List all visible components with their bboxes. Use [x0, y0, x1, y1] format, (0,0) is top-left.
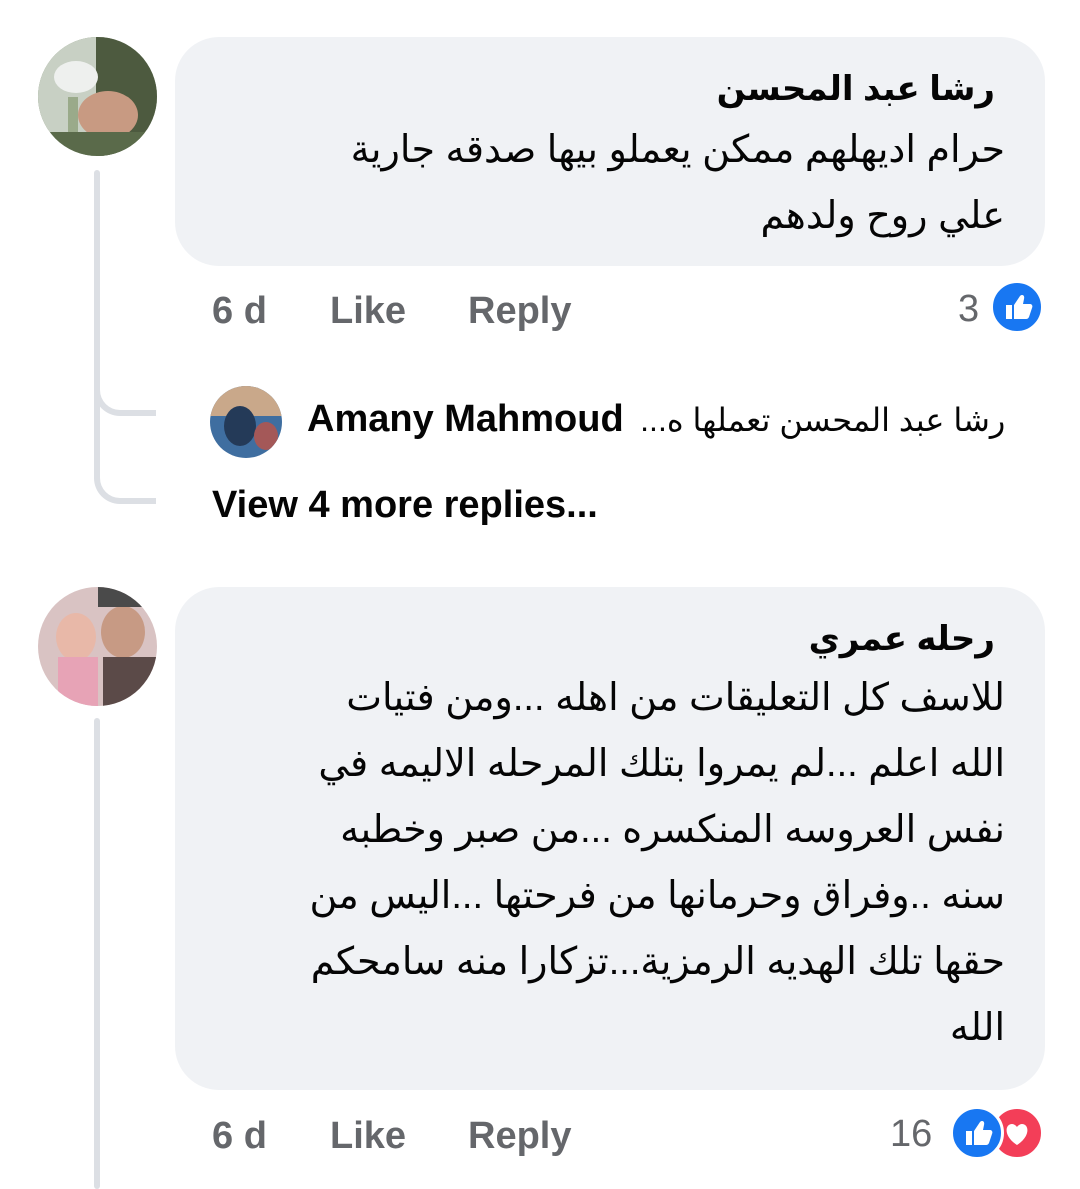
comment-author[interactable]: رشا عبد المحسن [717, 69, 995, 109]
thread-curve-view-more [94, 400, 156, 504]
thread-line-2 [94, 718, 100, 1189]
comment-text: حرام اديهلهم ممكن يعملو بيها صدقه جارية … [351, 117, 1005, 249]
like-icon[interactable] [990, 280, 1044, 334]
comment-text-line: الله اعلم ...لم يمروا بتلك المرحله الالي… [318, 743, 1005, 785]
like-button[interactable]: Like [330, 1115, 406, 1158]
reply-preview[interactable]: Amany Mahmoud رشا عبد المحسن تعملها ه... [307, 398, 1005, 441]
reaction-count[interactable]: 3 [958, 288, 979, 331]
comment-text-line: سنه ..وفراق وحرمانها من فرحتها ...اليس م… [309, 875, 1005, 917]
reply-snippet[interactable]: رشا عبد المحسن تعملها ه... [640, 402, 1005, 438]
comment-text-line: للاسف كل التعليقات من اهله ...ومن فتيات [346, 677, 1005, 719]
comment-bubble-1: رشا عبد المحسن حرام اديهلهم ممكن يعملو ب… [175, 37, 1045, 266]
comment-text-line: علي روح ولدهم [760, 195, 1005, 237]
avatar-photo-icon [210, 386, 282, 458]
reply-author[interactable]: Amany Mahmoud [307, 398, 624, 440]
comment-text-line: الله [949, 1007, 1005, 1049]
avatar-commenter-2[interactable] [38, 587, 157, 706]
comment-timestamp[interactable]: 6 d [212, 1115, 267, 1158]
comment-text-line: حرام اديهلهم ممكن يعملو بيها صدقه جارية [350, 129, 1005, 171]
like-icon[interactable] [950, 1106, 1004, 1160]
reply-button[interactable]: Reply [468, 290, 571, 333]
like-button[interactable]: Like [330, 290, 406, 333]
avatar-photo-icon [38, 587, 157, 706]
avatar-reply-author[interactable] [210, 386, 282, 458]
comment-text: للاسف كل التعليقات من اهله ...ومن فتيات … [309, 665, 1005, 1061]
avatar-commenter-1[interactable] [38, 37, 157, 156]
comment-text-line: نفس العروسه المنكسره ...من صبر وخطبه [340, 809, 1005, 851]
reaction-count[interactable]: 16 [890, 1113, 932, 1156]
comment-text-line: حقها تلك الهديه الرمزية...تزكارا منه سام… [310, 941, 1005, 983]
avatar-photo-icon [38, 37, 157, 156]
reply-button[interactable]: Reply [468, 1115, 571, 1158]
view-more-replies-link[interactable]: View 4 more replies... [212, 484, 598, 527]
comment-timestamp[interactable]: 6 d [212, 290, 267, 333]
comment-author[interactable]: رحله عمري [809, 619, 995, 659]
comment-bubble-2: رحله عمري للاسف كل التعليقات من اهله ...… [175, 587, 1045, 1090]
